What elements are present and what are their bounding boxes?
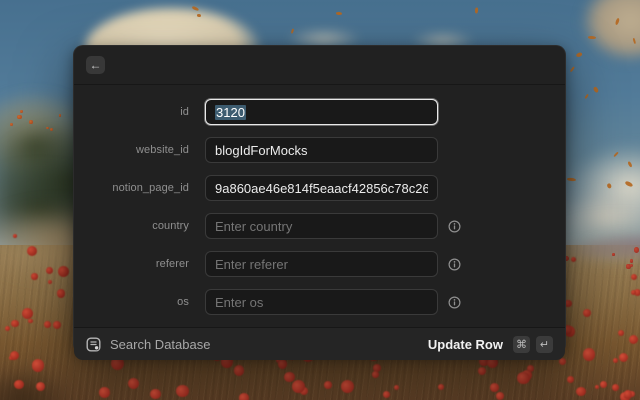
poppy-flower xyxy=(496,392,504,400)
os-input[interactable] xyxy=(205,289,438,315)
poppy-flower xyxy=(176,384,189,398)
back-button[interactable]: ← xyxy=(86,56,105,74)
form-row-os: os xyxy=(74,289,565,315)
poppy-flower xyxy=(150,388,161,400)
poppy-flower xyxy=(11,319,19,328)
id-input[interactable]: 3120 xyxy=(205,99,438,125)
database-icon xyxy=(86,337,101,352)
footer-left: Search Database xyxy=(86,337,210,352)
country-input[interactable] xyxy=(205,213,438,239)
poppy-flower xyxy=(623,390,633,399)
poppy-flower xyxy=(323,380,332,389)
poppy-flower xyxy=(53,320,62,329)
info-icon[interactable] xyxy=(448,257,461,271)
poppy-flower xyxy=(49,128,53,132)
form-row-website_id: website_id xyxy=(74,137,565,163)
falling-leaf xyxy=(196,13,201,17)
poppy-flower xyxy=(31,273,38,280)
form-row-notion_page_id: notion_page_id xyxy=(74,175,565,201)
field-label: notion_page_id xyxy=(112,182,189,194)
poppy-flower xyxy=(31,359,45,372)
field-label: country xyxy=(152,220,189,232)
poppy-flower xyxy=(477,367,486,376)
poppy-flower xyxy=(22,307,34,319)
poppy-flower xyxy=(633,247,639,253)
poppy-flower xyxy=(44,321,51,329)
update-row-button[interactable]: Update Row ⌘ ↵ xyxy=(427,335,553,353)
form-row-id: id 3120 xyxy=(74,99,565,125)
poppy-flower xyxy=(13,379,24,390)
poppy-flower xyxy=(611,383,619,391)
command-key-icon: ⌘ xyxy=(513,335,530,353)
field-label: website_id xyxy=(136,144,189,156)
poppy-flower xyxy=(99,386,110,398)
poppy-flower xyxy=(630,290,636,295)
poppy-flower xyxy=(575,386,586,397)
poppy-flower xyxy=(437,383,444,391)
poppy-flower xyxy=(594,384,599,389)
poppy-flower xyxy=(629,259,634,263)
poppy-flower xyxy=(29,119,34,124)
info-icon[interactable] xyxy=(448,295,461,309)
poppy-flower xyxy=(612,253,615,256)
notion_page_id-input[interactable] xyxy=(205,175,438,201)
poppy-flower xyxy=(28,318,33,323)
poppy-flower xyxy=(17,114,22,120)
update-row-label: Update Row xyxy=(427,336,503,352)
poppy-flower xyxy=(47,279,52,285)
poppy-flower xyxy=(56,289,66,298)
referer-input[interactable] xyxy=(205,251,438,277)
poppy-flower xyxy=(582,347,596,361)
field-label: referer xyxy=(155,258,189,270)
form-row-referer: referer xyxy=(74,251,565,277)
poppy-flower xyxy=(340,379,354,393)
website_id-input[interactable] xyxy=(205,137,438,163)
poppy-flower xyxy=(617,329,624,336)
field-label: os xyxy=(177,296,189,308)
info-icon[interactable] xyxy=(448,219,461,233)
form-row-country: country xyxy=(74,213,565,239)
poppy-flower xyxy=(292,380,305,393)
selected-text: 3120 xyxy=(215,104,246,120)
poppy-flower xyxy=(517,371,530,385)
poppy-flower xyxy=(58,113,62,117)
poppy-flower xyxy=(372,371,379,378)
poppy-flower xyxy=(239,393,249,400)
poppy-flower xyxy=(58,265,70,277)
dialog-header: ← xyxy=(74,46,565,85)
update-row-dialog: ← id 3120 website_id notion_page_id coun… xyxy=(73,45,566,360)
field-label: id xyxy=(180,106,189,118)
search-database-label: Search Database xyxy=(110,336,211,352)
return-key-icon: ↵ xyxy=(536,335,553,353)
poppy-flower xyxy=(19,109,23,113)
dialog-footer: Search Database Update Row ⌘ ↵ xyxy=(74,327,565,360)
form-body: id 3120 website_id notion_page_id countr… xyxy=(74,85,565,327)
falling-leaf xyxy=(587,35,597,39)
